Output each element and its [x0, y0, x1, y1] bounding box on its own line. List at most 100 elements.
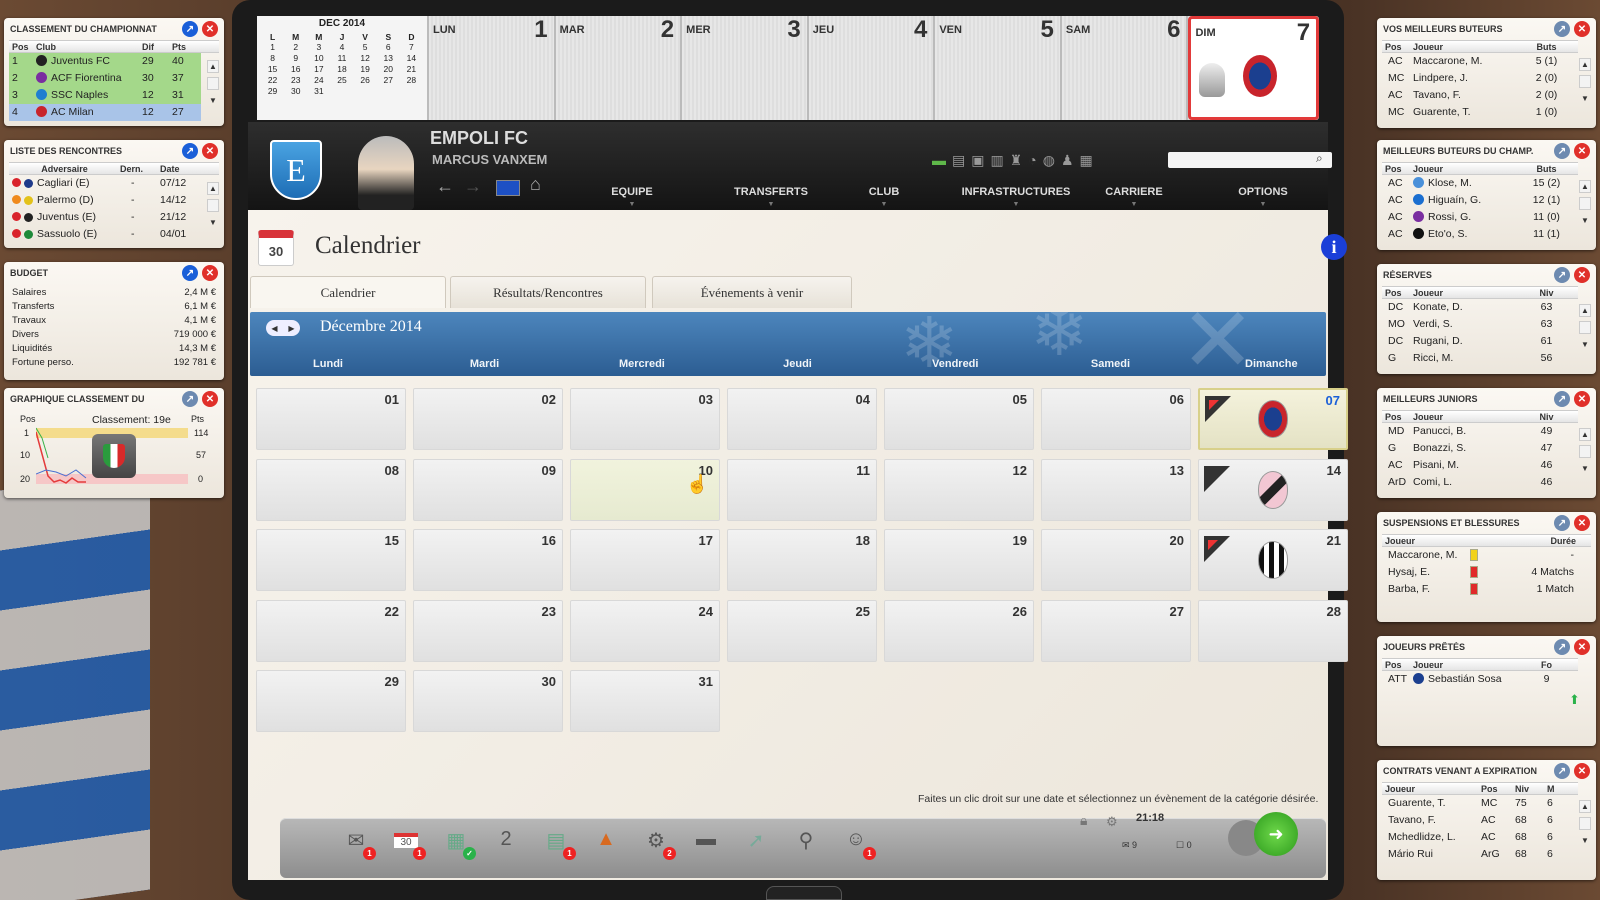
calendar-day-23[interactable]: 23: [413, 599, 563, 662]
close-icon[interactable]: ✕: [1574, 763, 1590, 779]
trophy-icon[interactable]: ♜: [1010, 152, 1023, 169]
scroll-down-icon[interactable]: ▼: [1579, 338, 1591, 351]
mini-day[interactable]: 10: [307, 53, 330, 64]
table-row[interactable]: ATT Sebastián Sosa 9: [1382, 671, 1573, 688]
scroll-thumb[interactable]: [1579, 321, 1591, 334]
calendar-day-17[interactable]: 17: [570, 529, 720, 591]
mini-day[interactable]: 24: [307, 75, 330, 86]
calendar-day-30[interactable]: 30: [413, 670, 563, 732]
mini-day[interactable]: 13: [377, 53, 400, 64]
expand-icon[interactable]: ↗: [1554, 21, 1570, 37]
mini-day[interactable]: 5: [354, 42, 377, 53]
table-row[interactable]: Guarente, T. MC 75 6: [1382, 795, 1573, 812]
mini-day[interactable]: 27: [377, 75, 400, 86]
calendar-day-05[interactable]: 05: [884, 388, 1034, 450]
scrollbar[interactable]: ▲ ▼: [206, 180, 220, 231]
club-crest-icon[interactable]: E: [270, 140, 322, 200]
scrollbar[interactable]: ▲ ▼: [1578, 426, 1592, 477]
table-row[interactable]: AC Eto'o, S. 11 (1): [1382, 226, 1573, 243]
scroll-thumb[interactable]: [1579, 445, 1591, 458]
mini-day[interactable]: 16: [284, 64, 307, 75]
calendar-day-31[interactable]: 31: [570, 670, 720, 732]
prev-month-icon[interactable]: ◀: [271, 324, 277, 333]
calendar-day-25[interactable]: 25: [727, 599, 877, 662]
mini-day[interactable]: 8: [261, 53, 284, 64]
scroll-thumb[interactable]: [1579, 197, 1591, 210]
menu-options[interactable]: OPTIONS ▼: [1222, 186, 1304, 208]
close-icon[interactable]: ✕: [202, 391, 218, 407]
calendar-day-14[interactable]: 14: [1198, 458, 1348, 521]
calendar-day-28[interactable]: 28: [1198, 599, 1348, 662]
scroll-thumb[interactable]: [1579, 75, 1591, 88]
expand-icon[interactable]: ↗: [1554, 391, 1570, 407]
expand-icon[interactable]: ↗: [1554, 639, 1570, 655]
table-row[interactable]: 4 AC Milan 12 27: [9, 104, 201, 121]
scrollbar[interactable]: ▲ ▼: [1578, 798, 1592, 849]
lock-icon[interactable]: 🔒︎: [1080, 812, 1087, 829]
table-row[interactable]: MO Verdi, S. 63: [1382, 316, 1573, 333]
history-icon[interactable]: ◔: [1028, 152, 1036, 169]
table-row[interactable]: 1 Juventus FC 29 40: [9, 53, 201, 70]
calendar-day-02[interactable]: 02: [413, 388, 563, 450]
document-icon[interactable]: ▦: [1080, 152, 1093, 169]
table-row[interactable]: AC Klose, M. 15 (2): [1382, 175, 1573, 192]
mini-day[interactable]: [330, 86, 353, 97]
calendar-day-01[interactable]: 01: [256, 388, 406, 450]
forward-arrow-icon[interactable]: →: [464, 176, 482, 197]
staff-icon[interactable]: ☺ 1: [842, 828, 876, 860]
scrollbar[interactable]: ▲ ▼: [1578, 178, 1592, 229]
scroll-down-icon[interactable]: ▼: [1579, 92, 1591, 105]
table-row[interactable]: MC Lindpere, J. 2 (0): [1382, 70, 1573, 87]
files-icon[interactable]: ▬: [692, 828, 720, 854]
mini-day[interactable]: 6: [377, 42, 400, 53]
scroll-up-icon[interactable]: ▲: [207, 182, 219, 195]
expand-icon[interactable]: ↗: [182, 391, 198, 407]
scroll-thumb[interactable]: [1579, 817, 1591, 830]
scroll-down-icon[interactable]: ▼: [207, 216, 219, 229]
table-row[interactable]: Juventus (E) - 21/12: [9, 209, 201, 226]
expand-icon[interactable]: ↗: [1554, 515, 1570, 531]
expand-icon[interactable]: ↗: [1554, 763, 1570, 779]
country-flag-icon[interactable]: [496, 180, 520, 196]
close-icon[interactable]: ✕: [1574, 515, 1590, 531]
mini-day[interactable]: 7: [400, 42, 423, 53]
back-arrow-icon[interactable]: ←: [436, 176, 454, 197]
calendar-bottom-icon[interactable]: 30 1: [392, 828, 426, 860]
scroll-up-icon[interactable]: ▲: [207, 60, 219, 73]
table-row[interactable]: AC Rossi, G. 11 (0): [1382, 209, 1573, 226]
info-icon[interactable]: i: [1321, 234, 1347, 260]
expand-icon[interactable]: ↗: [182, 21, 198, 37]
calendar-day-26[interactable]: 26: [884, 599, 1034, 662]
battery-icon[interactable]: ▬: [932, 152, 946, 169]
mini-calendar[interactable]: DEC 2014 L M M J V S D 1 2 3 4 5 6 7 8 9 10 11 12 13 14 15 16 1…: [257, 16, 429, 120]
close-icon[interactable]: ✕: [1574, 267, 1590, 283]
table-row[interactable]: Sassuolo (E) - 04/01: [9, 226, 201, 243]
close-icon[interactable]: ✕: [1574, 639, 1590, 655]
expand-icon[interactable]: ↗: [182, 265, 198, 281]
mini-day[interactable]: 21: [400, 64, 423, 75]
transfer-arrow-icon[interactable]: ➚: [742, 828, 770, 854]
tactics-icon[interactable]: ▦ ✓: [442, 828, 476, 860]
mini-day[interactable]: [377, 86, 400, 97]
scroll-down-icon[interactable]: ▼: [1579, 214, 1591, 227]
mini-day[interactable]: 12: [354, 53, 377, 64]
mini-day[interactable]: 19: [354, 64, 377, 75]
mini-day[interactable]: 23: [284, 75, 307, 86]
calendar-day-09[interactable]: 09: [413, 458, 563, 521]
mini-day[interactable]: 28: [400, 75, 423, 86]
table-row[interactable]: MC Guarente, T. 1 (0): [1382, 104, 1573, 121]
close-icon[interactable]: ✕: [202, 265, 218, 281]
menu-transferts[interactable]: TRANSFERTS ▼: [718, 186, 824, 208]
table-row[interactable]: AC Higuaín, G. 12 (1): [1382, 192, 1573, 209]
week-day-sam[interactable]: SAM 6: [1061, 16, 1189, 120]
stats-icon[interactable]: ▥: [990, 152, 1003, 169]
screen-icon[interactable]: ▣: [971, 152, 984, 169]
scrollbar[interactable]: ▲ ▼: [1578, 56, 1592, 107]
table-row[interactable]: MD Panucci, B. 49: [1382, 423, 1573, 440]
mini-day[interactable]: 17: [307, 64, 330, 75]
table-row[interactable]: 3 SSC Naples 12 31: [9, 87, 201, 104]
calendar-day-18[interactable]: 18: [727, 529, 877, 591]
close-icon[interactable]: ✕: [1574, 21, 1590, 37]
scroll-up-icon[interactable]: ▲: [1579, 58, 1591, 71]
expand-icon[interactable]: ↗: [182, 143, 198, 159]
